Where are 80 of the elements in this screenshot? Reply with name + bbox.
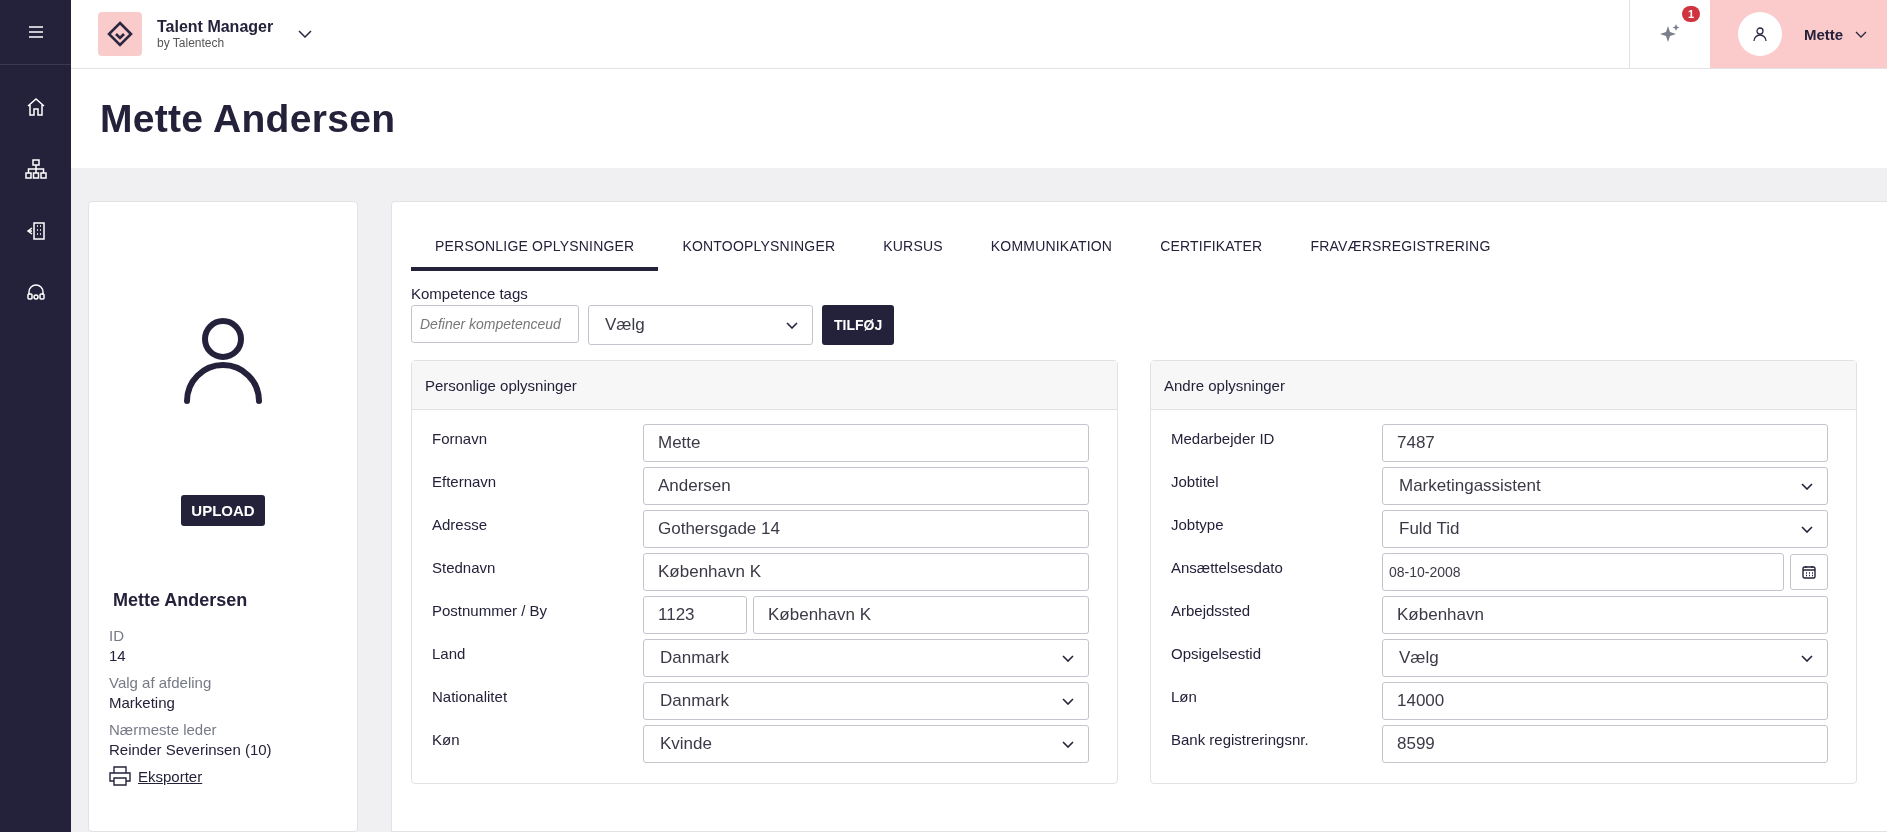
notification-badge: 1 — [1681, 6, 1700, 22]
chevron-down-icon — [1062, 697, 1074, 705]
home-icon[interactable] — [25, 97, 46, 117]
user-menu[interactable]: Mette — [1710, 0, 1887, 68]
chevron-down-icon — [1062, 654, 1074, 662]
field-label: Ansættelsesdato — [1171, 558, 1284, 576]
chevron-down-icon — [1062, 740, 1074, 748]
text-field[interactable]: Andersen — [643, 467, 1089, 505]
competence-input[interactable]: Definer kompetenceud — [411, 305, 579, 343]
chevron-down-icon — [1801, 482, 1813, 490]
detail-value: 14 — [109, 646, 126, 666]
page-title: Mette Andersen — [100, 96, 396, 141]
select-field[interactable]: Kvinde — [643, 725, 1089, 763]
field-label: Opsigelsestid — [1171, 644, 1263, 662]
field-label: Nationalitet — [432, 687, 509, 705]
chevron-down-icon — [786, 321, 798, 329]
tab[interactable]: PERSONLIGE OPLYSNINGER — [411, 226, 659, 271]
panel-title: Andre oplysninger — [1151, 361, 1856, 410]
app-logo[interactable] — [98, 12, 142, 56]
tab[interactable]: CERTIFIKATER — [1136, 226, 1287, 271]
text-field[interactable]: Mette — [643, 424, 1089, 462]
text-field[interactable]: København K — [643, 553, 1089, 591]
select-field[interactable]: Danmark — [643, 639, 1089, 677]
upload-button[interactable]: UPLOAD — [181, 495, 265, 526]
select-field[interactable]: Danmark — [643, 682, 1089, 720]
calendar-icon — [1802, 565, 1816, 579]
detail-value: Reinder Severinsen (10) — [109, 740, 272, 760]
detail-label: Nærmeste leder — [109, 720, 218, 740]
field-label: Medarbejder ID — [1171, 429, 1276, 447]
field-label: Land — [432, 644, 467, 662]
calendar-button[interactable] — [1790, 554, 1828, 590]
chevron-down-icon — [1855, 30, 1868, 38]
detail-value: Marketing — [109, 693, 176, 713]
panel-title: Personlige oplysninger — [412, 361, 1117, 410]
text-field[interactable]: 7487 — [1382, 424, 1828, 462]
field-label: Kompetence tags — [411, 285, 529, 302]
building-arrow-icon[interactable] — [25, 221, 46, 241]
chevron-down-icon[interactable] — [298, 30, 313, 38]
app-subtitle: by Talentech — [157, 36, 226, 50]
select-field[interactable]: Vælg — [1382, 639, 1828, 677]
date-field[interactable]: 08-10-2008 — [1382, 553, 1784, 591]
field-label: Jobtype — [1171, 515, 1225, 533]
text-field[interactable]: Gothersgade 14 — [643, 510, 1089, 548]
text-field[interactable]: 1123 — [643, 596, 747, 634]
employee-name: Mette Andersen — [113, 590, 248, 611]
select-field[interactable]: Fuld Tid — [1382, 510, 1828, 548]
field-label: Arbejdssted — [1171, 601, 1252, 619]
person-icon — [183, 317, 263, 405]
chevron-down-icon — [1801, 525, 1813, 533]
avatar-icon — [1738, 12, 1782, 56]
detail-label: Valg af afdeling — [109, 673, 212, 693]
printer-icon — [109, 766, 131, 786]
field-label: Postnummer / By — [432, 601, 549, 619]
field-label: Efternavn — [432, 472, 498, 490]
select-field[interactable]: Vælg — [588, 305, 813, 345]
text-field[interactable]: 14000 — [1382, 682, 1828, 720]
text-field[interactable]: 8599 — [1382, 725, 1828, 763]
field-label: Jobtitel — [1171, 472, 1220, 490]
select-field[interactable]: Marketingassistent — [1382, 467, 1828, 505]
field-label: Adresse — [432, 515, 489, 533]
detail-label: ID — [109, 626, 125, 646]
tab[interactable]: KOMMUNIKATION — [966, 226, 1137, 271]
field-label: Bank registreringsnr. — [1171, 730, 1310, 748]
tab[interactable]: KONTOOPLYSNINGER — [658, 226, 860, 271]
export-link[interactable]: Eksporter — [138, 767, 203, 785]
org-chart-icon[interactable] — [24, 159, 47, 179]
field-label: Fornavn — [432, 429, 489, 447]
app-title: Talent Manager — [157, 18, 274, 36]
tab[interactable]: FRAVÆRSREGISTRERING — [1286, 226, 1515, 271]
field-label: Køn — [432, 730, 461, 748]
text-field[interactable]: København — [1382, 596, 1828, 634]
field-label: Løn — [1171, 687, 1198, 705]
add-button[interactable]: TILFØJ — [822, 305, 895, 345]
tab[interactable]: KURSUS — [859, 226, 967, 271]
field-label: Stednavn — [432, 558, 497, 576]
text-field[interactable]: København K — [753, 596, 1089, 634]
menu-icon[interactable] — [28, 26, 43, 38]
headset-icon[interactable] — [25, 283, 46, 303]
user-name: Mette — [1804, 25, 1844, 43]
chevron-down-icon — [1801, 654, 1813, 662]
